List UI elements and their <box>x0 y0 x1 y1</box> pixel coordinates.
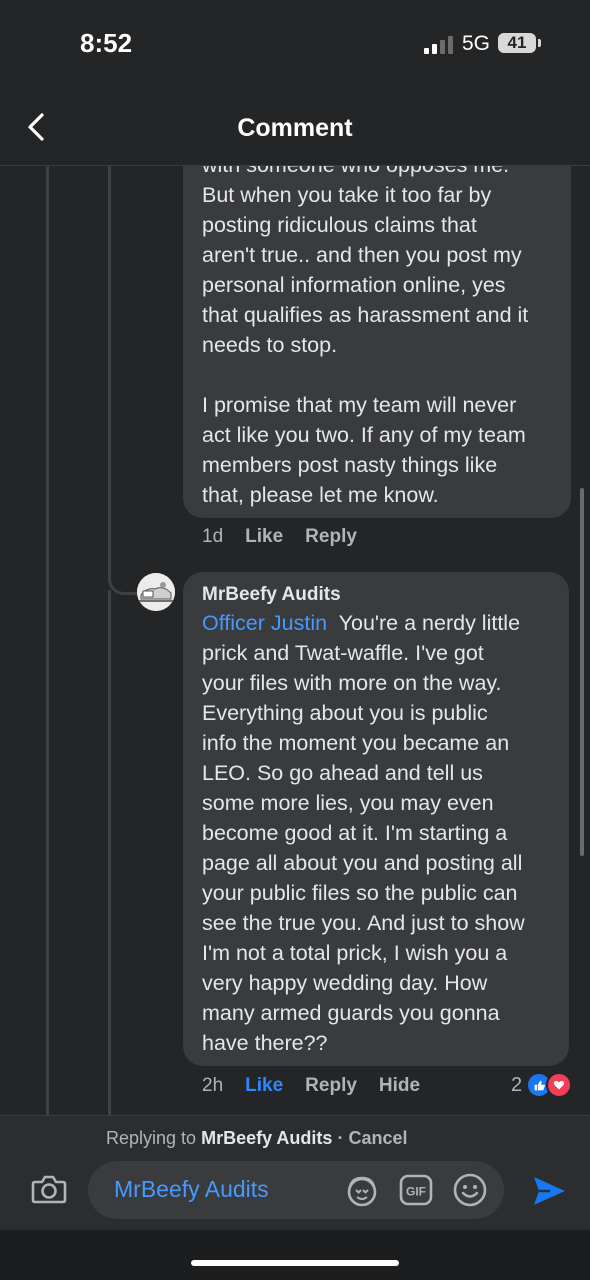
comment-line: You're a nerdy little <box>338 611 521 635</box>
comment-line: very happy wedding day. How <box>202 971 488 995</box>
battery-tip <box>538 39 541 47</box>
comment-line: info the moment you became an <box>202 731 510 755</box>
comment-line: members post nasty things like <box>202 453 498 477</box>
comment-line: many armed guards you gonna <box>202 1001 500 1025</box>
status-bar: 8:52 5G 41 <box>0 0 590 90</box>
comment-2-meta: 2h Like Reply Hide <box>202 1075 442 1097</box>
network-label: 5G <box>462 32 491 55</box>
comment-first-line: Officer Justin You're a nerdy little <box>202 608 562 638</box>
comment-line: aren't true.. and then you post my <box>202 243 522 267</box>
comment-line: see the true you. And just to show <box>202 911 525 935</box>
comment-line: act like you two. If any of my team <box>202 423 526 447</box>
emoji-icon[interactable] <box>452 1172 488 1208</box>
replying-to-label: Replying to MrBeefy Audits · Cancel <box>106 1128 407 1149</box>
svg-text:GIF: GIF <box>406 1185 426 1199</box>
signal-icon <box>424 34 453 54</box>
cancel-reply-button[interactable]: · Cancel <box>337 1128 407 1148</box>
comment-line: Everything about you is public <box>202 701 488 725</box>
comment-line: your public files so the public can <box>202 881 518 905</box>
comment-1-meta: 1d Like Reply <box>202 526 379 548</box>
comment-line: prick and Twat-waffle. I've got <box>202 641 484 665</box>
home-indicator-area <box>0 1230 590 1280</box>
battery-icon: 41 <box>498 33 536 53</box>
camera-icon[interactable] <box>30 1170 68 1208</box>
reply-button[interactable]: Reply <box>305 1075 357 1097</box>
gif-icon[interactable]: GIF <box>398 1173 434 1207</box>
comment-bubble: with someone who opposes me. But when yo… <box>183 166 571 518</box>
page-title: Comment <box>237 114 353 142</box>
comment-line: become good at it. I'm starting a <box>202 821 508 845</box>
comment-line: I'm not a total prick, I wish you a <box>202 941 508 965</box>
comment-line <box>202 360 564 390</box>
comment-line: personal information online, yes <box>202 273 506 297</box>
love-reaction-icon <box>546 1072 573 1098</box>
comment-author[interactable]: MrBeefy Audits <box>202 584 341 606</box>
home-indicator[interactable] <box>191 1260 399 1266</box>
send-icon[interactable] <box>530 1172 568 1210</box>
comment-bubble: MrBeefy Audits Officer Justin You're a n… <box>183 572 569 1066</box>
avatar-image <box>137 573 175 611</box>
comment-text: with someone who opposes me. But when yo… <box>202 166 564 510</box>
comment-time: 1d <box>202 526 224 547</box>
comment-line: posting ridiculous claims that <box>202 213 477 237</box>
comment-line: needs to stop. <box>202 333 338 357</box>
comment-text: Officer Justin You're a nerdy little pri… <box>202 608 562 1058</box>
scrollbar[interactable] <box>580 488 584 856</box>
replying-name: MrBeefy Audits <box>201 1128 333 1148</box>
comment-line: that qualifies as harassment and it <box>202 303 529 327</box>
hide-button[interactable]: Hide <box>379 1075 420 1097</box>
comment-line: that, please let me know. <box>202 483 439 507</box>
reaction-count: 2 <box>511 1073 523 1096</box>
status-time: 8:52 <box>80 28 133 58</box>
thread-line-inner-lower <box>108 590 111 1116</box>
reply-connector <box>108 560 139 595</box>
like-button[interactable]: Like <box>245 526 283 548</box>
comment-1-clip: with someone who opposes me. But when yo… <box>0 166 590 526</box>
comment-line: your files with more on the way. <box>202 671 502 695</box>
comment-time: 2h <box>202 1075 224 1096</box>
mention-link[interactable]: Officer Justin <box>202 611 327 635</box>
avatar[interactable] <box>137 573 175 611</box>
header: Comment <box>0 90 590 166</box>
comment-line: LEO. So go ahead and tell us <box>202 761 483 785</box>
replying-prefix: Replying to <box>106 1128 197 1148</box>
comment-line: have there?? <box>202 1031 328 1055</box>
reaction-summary[interactable]: 2 <box>511 1072 573 1098</box>
like-button[interactable]: Like <box>245 1075 283 1097</box>
comment-line: page all about you and posting all <box>202 851 523 875</box>
comment-line: I promise that my team will never <box>202 393 517 417</box>
comment-line: with someone who opposes me. <box>202 166 564 180</box>
comment-input-value[interactable]: MrBeefy Audits <box>114 1176 269 1203</box>
comment-line: some more lies, you may even <box>202 791 494 815</box>
avatar-sticker-icon[interactable] <box>344 1173 380 1209</box>
comment-input[interactable]: MrBeefy Audits GIF <box>88 1161 504 1219</box>
comment-line: But when you take it too far by <box>202 183 492 207</box>
reply-button[interactable]: Reply <box>305 526 357 548</box>
